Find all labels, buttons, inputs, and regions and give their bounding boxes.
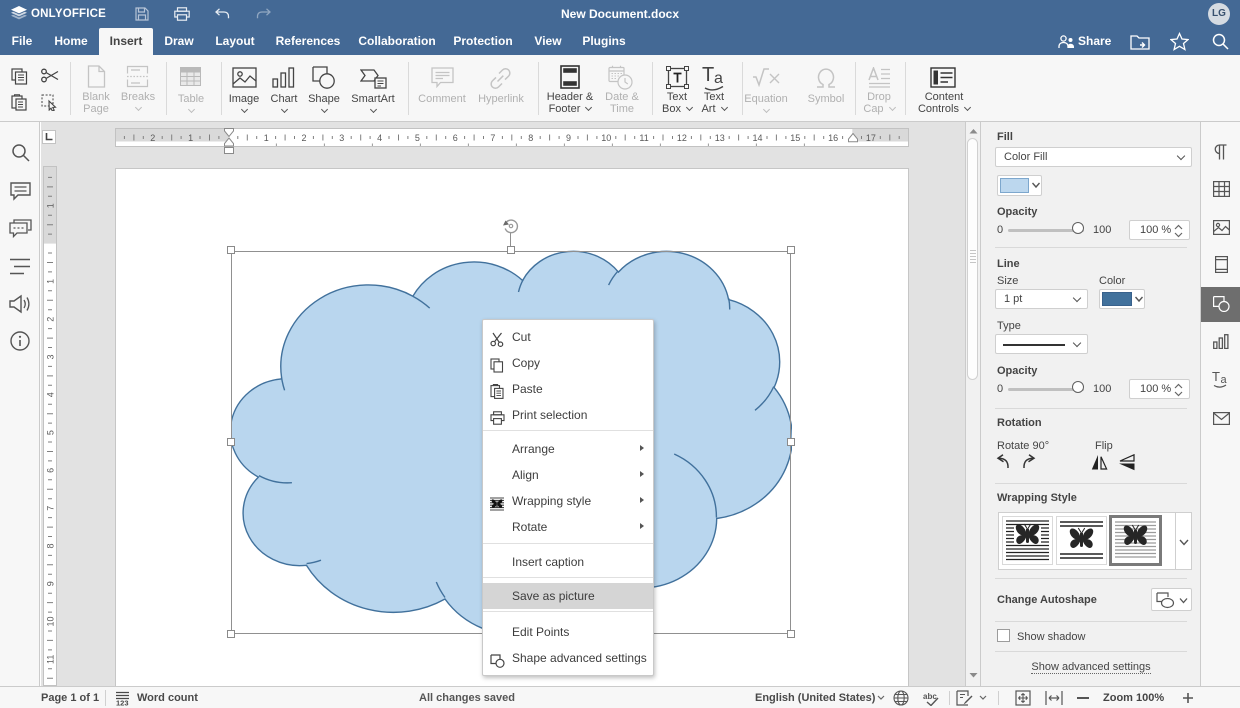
svg-text:1: 1 — [46, 203, 56, 208]
svg-text:10: 10 — [46, 616, 56, 626]
svg-text:8: 8 — [528, 133, 533, 143]
svg-text:2: 2 — [46, 317, 56, 322]
svg-text:11: 11 — [46, 655, 56, 664]
svg-text:2: 2 — [150, 133, 155, 143]
svg-text:3: 3 — [339, 133, 344, 143]
svg-text:7: 7 — [46, 506, 56, 511]
svg-text:16: 16 — [828, 133, 838, 143]
svg-text:1: 1 — [264, 133, 269, 143]
svg-text:2: 2 — [301, 133, 306, 143]
svg-text:5: 5 — [46, 430, 56, 435]
svg-text:17: 17 — [866, 133, 876, 143]
svg-text:T: T — [702, 64, 714, 86]
svg-text:1: 1 — [188, 133, 193, 143]
svg-text:a: a — [1221, 374, 1228, 386]
svg-text:abc: abc — [923, 692, 937, 701]
svg-text:a: a — [714, 70, 723, 87]
svg-text:3: 3 — [46, 354, 56, 359]
svg-text:15: 15 — [790, 133, 800, 143]
svg-text:9: 9 — [566, 133, 571, 143]
svg-text:T: T — [1212, 369, 1220, 384]
svg-text:13: 13 — [715, 133, 725, 143]
svg-text:9: 9 — [46, 581, 56, 586]
svg-text:6: 6 — [46, 468, 56, 473]
svg-text:7: 7 — [490, 133, 495, 143]
svg-text:1: 1 — [46, 279, 56, 284]
svg-text:10: 10 — [601, 133, 611, 143]
svg-text:5: 5 — [415, 133, 420, 143]
svg-text:12: 12 — [677, 133, 687, 143]
svg-text:8: 8 — [46, 543, 56, 548]
svg-text:4: 4 — [46, 392, 56, 397]
svg-text:6: 6 — [453, 133, 458, 143]
svg-text:14: 14 — [752, 133, 762, 143]
svg-text:4: 4 — [377, 133, 382, 143]
svg-text:11: 11 — [639, 133, 648, 143]
